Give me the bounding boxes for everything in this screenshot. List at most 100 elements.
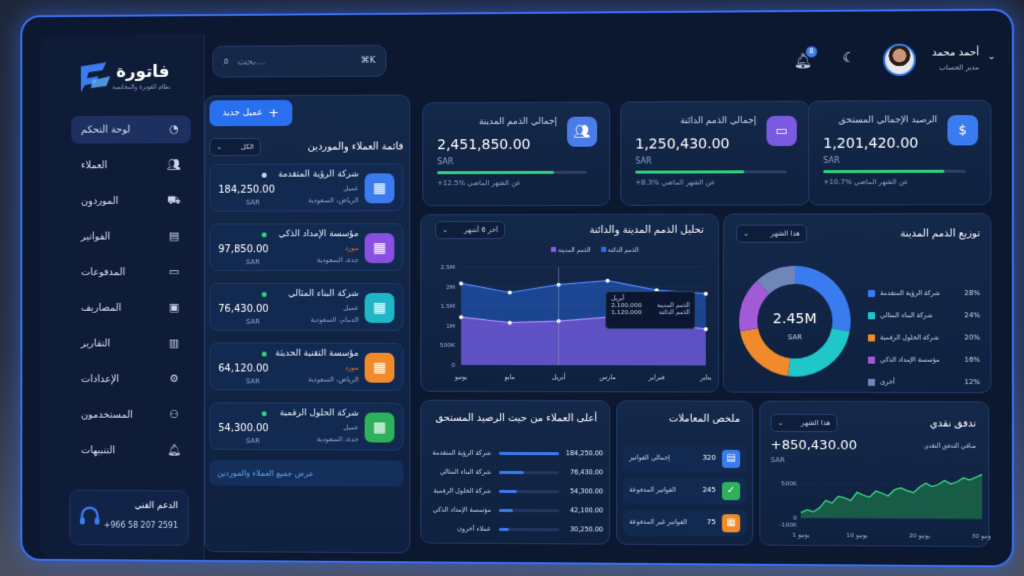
cashflow-period-value: هذا الشهر bbox=[800, 418, 831, 428]
top-client-bar bbox=[499, 489, 517, 494]
x-tick-label: 20 يونيو bbox=[909, 532, 931, 539]
legend-receivable: الذمم المدينة bbox=[551, 247, 591, 254]
summary-row[interactable]: ▤ 320 إجمالي الفواتير bbox=[623, 445, 747, 473]
x-tick-label: 1 يونيو bbox=[792, 532, 810, 539]
top-client-value: 30,250.00 bbox=[569, 525, 604, 534]
donut-center-unit: SAR bbox=[787, 333, 803, 342]
top-client-value: 42,100.00 bbox=[569, 506, 604, 515]
notification-button[interactable]: 🔔︎ 8 bbox=[794, 46, 818, 70]
sidebar-item-9[interactable]: 🔔︎ التنبيهات bbox=[71, 436, 191, 464]
analysis-legend: الذمم المدينة الذمم الدائنة bbox=[551, 247, 639, 254]
y-tick-label: 0 bbox=[793, 515, 797, 522]
support-card[interactable]: الدعم الفني +966 58 207 2591 bbox=[69, 489, 189, 546]
plus-icon: + bbox=[268, 105, 280, 121]
legend-swatch bbox=[867, 334, 876, 342]
tooltip-receivable-value: 2,100,000 bbox=[611, 302, 642, 310]
sidebar-item-6[interactable]: ▥ التقارير bbox=[71, 330, 191, 358]
client-item[interactable]: ▦ شركة الرؤية المتقدمة عميل الرياض، السعودي… bbox=[209, 163, 404, 212]
data-point bbox=[459, 315, 464, 320]
kpi-progress-fill bbox=[823, 169, 945, 174]
client-name: شركة الحلول الرقمية bbox=[279, 408, 359, 419]
legend-pct: 24% bbox=[964, 311, 981, 320]
search-shortcut: ⌘K bbox=[360, 55, 376, 66]
distribution-period-select[interactable]: ⌄ هذا الشهر bbox=[736, 224, 807, 243]
top-client-value: 76,430.00 bbox=[569, 468, 604, 477]
client-type: مورد bbox=[344, 244, 359, 253]
top-bar: ⌕ بحث... ⌘K 🔔︎ 8 ☾ أحمد محمد مدير الحساب… bbox=[205, 29, 998, 94]
data-point bbox=[459, 281, 464, 286]
dashboard-icon: ◔ bbox=[169, 122, 179, 136]
top-client-name: شركة الرؤية المتقدمة bbox=[432, 448, 492, 457]
client-item[interactable]: ▦ شركة الحلول الرقمية عميل جدة، السعودية 54,… bbox=[209, 402, 404, 451]
view-all-link[interactable]: عرض جميع العملاء والموردين bbox=[209, 459, 404, 487]
moon-icon[interactable]: ☾ bbox=[843, 50, 856, 66]
y-tick-label: 1M bbox=[446, 323, 455, 330]
kpi-change: +12.5% عن الشهر الماضي bbox=[437, 178, 521, 188]
building-icon: ▦ bbox=[364, 173, 395, 204]
kpi-card: $ الرصيد الإجمالي المستحق 1,201,420.00 SAR +… bbox=[808, 99, 992, 206]
kpi-progress-fill bbox=[635, 170, 745, 174]
period-select[interactable]: ⌄ آخر 6 أشهر bbox=[435, 221, 506, 240]
sidebar-item-1[interactable]: 👥︎ العملاء bbox=[71, 151, 191, 179]
top-clients-title: أعلى العملاء من حيث الرصيد المستحق bbox=[435, 412, 598, 425]
y-tick-label: 500K bbox=[781, 481, 798, 488]
users-icon: 👥︎ bbox=[167, 158, 181, 172]
sidebar-item-4[interactable]: ▭ المدفوعات bbox=[71, 258, 191, 286]
client-city: الدمام، السعودية bbox=[310, 315, 359, 324]
legend-pct: 20% bbox=[964, 333, 981, 342]
sidebar-item-label: الموردون bbox=[80, 195, 119, 207]
cashflow-title: تدفق نقدي bbox=[929, 418, 977, 430]
top-client-name: مؤسسة الإمداد الذكي bbox=[432, 505, 492, 514]
kpi-title: إجمالي الذمم الدائنة bbox=[680, 115, 757, 127]
sidebar-item-5[interactable]: ▣ المصاريف bbox=[71, 294, 191, 322]
cashflow-subtitle: صافي التدفق النقدي bbox=[923, 442, 977, 450]
top-client-bar bbox=[499, 470, 525, 475]
client-city: جدة، السعودية bbox=[316, 435, 359, 444]
kpi-change: +10.7% عن الشهر الماضي bbox=[823, 177, 909, 187]
filter-select[interactable]: ⌄ الكل bbox=[209, 137, 261, 157]
client-name: مؤسسة التقنية الحديثة bbox=[275, 348, 359, 359]
avatar[interactable] bbox=[883, 43, 916, 77]
search-box[interactable]: ⌕ بحث... ⌘K bbox=[212, 44, 387, 78]
kpi-title: الرصيد الإجمالي المستحق bbox=[838, 115, 938, 126]
cashflow-currency: SAR bbox=[770, 456, 785, 465]
sidebar-item-2[interactable]: ⛟ الموردون bbox=[71, 187, 191, 215]
y-tick-label: 2.5M bbox=[440, 264, 455, 271]
client-item[interactable]: ▦ شركة البناء المثالي عميل الدمام، السعودية… bbox=[209, 283, 404, 331]
client-item[interactable]: ▦ مؤسسة الإمداد الذكي مورد جدة، السعودية 97,… bbox=[209, 223, 404, 272]
client-currency: SAR bbox=[245, 258, 260, 267]
sidebar-item-label: المصاريف bbox=[80, 302, 122, 314]
kpi-progress-track bbox=[437, 170, 588, 175]
distribution-title: توزيع الذمم المدينة bbox=[900, 228, 981, 240]
gear-icon: ⚙ bbox=[169, 372, 179, 386]
sidebar-item-7[interactable]: ⚙ الإعدادات bbox=[71, 365, 191, 393]
truck-icon: ⛟ bbox=[167, 193, 181, 207]
building-icon: ▦ bbox=[364, 233, 395, 264]
legend-name: شركة الرؤية المتقدمة bbox=[880, 289, 941, 298]
client-type: عميل bbox=[343, 184, 359, 193]
legend-name: أخرى bbox=[880, 377, 895, 386]
chevron-down-icon[interactable]: ⌄ bbox=[987, 51, 996, 62]
status-dot bbox=[261, 172, 267, 178]
document-icon: ▤ bbox=[721, 449, 741, 469]
summary-row[interactable]: ✓ 245 الفواتير المدفوعة bbox=[623, 477, 747, 505]
x-tick-label: 30 يونيو bbox=[972, 533, 991, 540]
kpi-card: ▭ إجمالي الذمم الدائنة 1,250,430.00 SAR +8.3… bbox=[620, 100, 811, 206]
summary-value: 75 bbox=[706, 518, 716, 527]
top-client-name: عملاء آخرون bbox=[457, 524, 492, 533]
cashflow-value: +850,430.00 bbox=[770, 437, 858, 454]
sidebar-item-0[interactable]: ◔ لوحة التحكم bbox=[71, 115, 191, 144]
summary-row[interactable]: ▦ 75 الفواتير غير المدفوعة bbox=[623, 509, 747, 537]
add-client-button[interactable]: عميل جديد + bbox=[209, 100, 293, 127]
app-window: فاتورة نظام الفوترة والمحاسبة ◔ لوحة التح… bbox=[20, 8, 1014, 568]
data-point bbox=[605, 278, 610, 283]
sidebar-item-3[interactable]: ▤ الفواتير bbox=[71, 223, 191, 251]
client-item[interactable]: ▦ مؤسسة التقنية الحديثة مورد الرياض، السعود… bbox=[209, 342, 404, 391]
search-input[interactable]: بحث... bbox=[237, 55, 361, 67]
top-client-value: 184,250.00 bbox=[565, 449, 604, 458]
period-value: آخر 6 أشهر bbox=[464, 226, 499, 235]
kpi-progress-track bbox=[823, 169, 966, 174]
cashflow-period-select[interactable]: ⌄ هذا الشهر bbox=[770, 413, 838, 433]
kpi-value: 1,250,430.00 bbox=[635, 136, 730, 153]
sidebar-item-8[interactable]: ⚇ المستخدمون bbox=[71, 401, 191, 429]
